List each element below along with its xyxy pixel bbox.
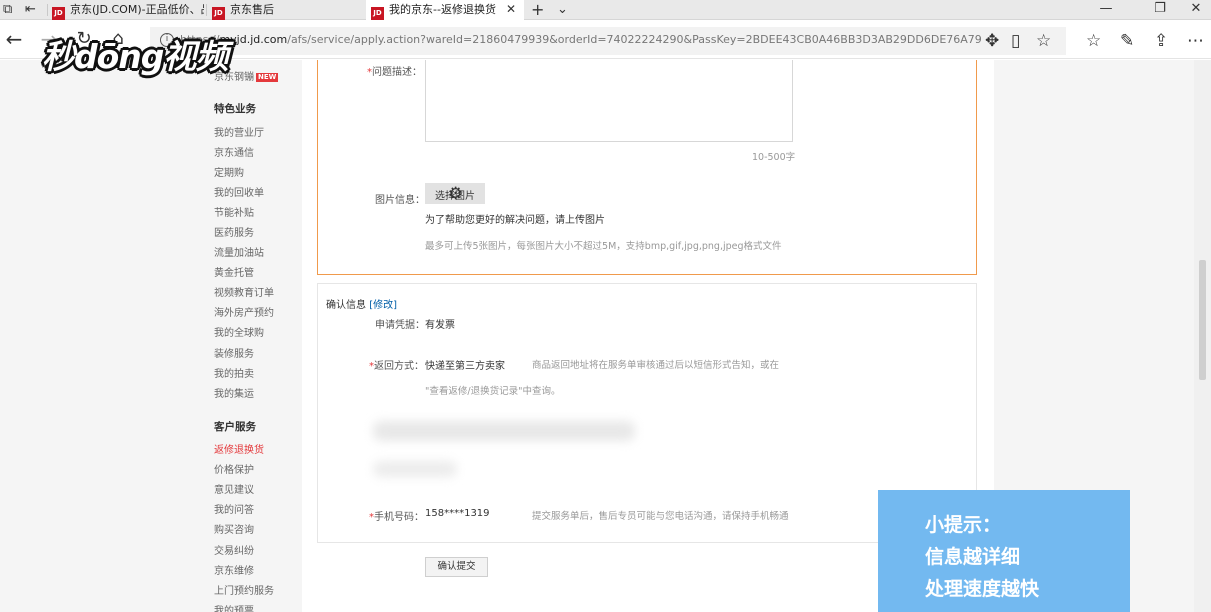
scrollbar-thumb[interactable] — [1199, 260, 1206, 380]
sidebar-item[interactable]: 上门预约服务 — [214, 582, 274, 597]
sidebar-item[interactable]: 视频教育订单 — [214, 284, 274, 299]
share-icon[interactable]: ⇪ — [1154, 31, 1168, 51]
close-tab-icon[interactable]: ✕ — [506, 0, 516, 19]
close-window-icon[interactable]: ✕ — [1176, 0, 1211, 20]
sidebar-item-returns[interactable]: 返修退换货 — [214, 441, 264, 456]
tab-separator — [47, 4, 48, 16]
tip-title: 小提示： — [925, 514, 1002, 536]
web-note-icon[interactable]: ✎ — [1120, 31, 1134, 51]
sidebar-item[interactable]: 我的全球购 — [214, 324, 264, 339]
tab-bar: ⧉ ⇤ JD 京东(JD.COM)-正品低价、品 JD 京东售后 JD 我的京东--返… — [0, 0, 1211, 20]
tab-label: 我的京东--返修退换货 — [389, 3, 496, 16]
phone-hint: 提交服务单后，售后专员可能与您电话沟通，请保持手机畅通 — [532, 511, 789, 522]
phone-value: 158****1319 — [425, 508, 490, 519]
upload-help-text: 为了帮助您更好的解决问题，请上传图片 — [425, 215, 605, 226]
favorites-hub-icon[interactable]: ☆ — [1086, 31, 1101, 51]
char-limit-hint: 10-500字 — [752, 152, 796, 163]
sidebar-item[interactable]: 我的集运 — [214, 385, 254, 400]
phone-label: *手机号码： — [369, 512, 424, 523]
reading-view-icon[interactable]: ▯ — [1011, 31, 1020, 51]
sidebar-item[interactable]: 京东通信 — [214, 144, 254, 159]
sidebar-item[interactable]: 购买咨询 — [214, 521, 254, 536]
sidebar-item[interactable]: 定期购 — [214, 164, 244, 179]
new-badge: NEW — [256, 73, 279, 82]
image-info-label: 图片信息： — [375, 195, 425, 206]
return-method-label: *返回方式： — [369, 361, 424, 372]
return-method-hint: 商品返回地址将在服务单审核通过后以短信形式告知，或在 — [532, 360, 780, 371]
sidebar-item[interactable]: 我的回收单 — [214, 184, 264, 199]
upload-rules-text: 最多可上传5张图片，每张图片大小不超过5M，支持bmp,gif,jpg,png,… — [425, 241, 782, 252]
confirm-info-title: 确认信息 [修改] — [326, 300, 397, 311]
voucher-label: 申请凭据： — [375, 320, 425, 331]
sidebar-section-title: 客户服务 — [214, 421, 256, 433]
sidebar-item[interactable]: 我的预票 — [214, 602, 254, 612]
blurred-contact-info — [373, 461, 457, 477]
tip-line: 处理速度越快 — [925, 578, 1040, 600]
return-method-value: 快递至第三方卖家 — [425, 361, 505, 372]
tip-line: 信息越详细 — [925, 546, 1021, 568]
jd-favicon-icon: JD — [212, 7, 225, 20]
new-tab-icon[interactable]: + — [531, 1, 544, 19]
vertical-scrollbar[interactable] — [1194, 60, 1211, 612]
url-path: /afs/service/apply.action?wareId=2186047… — [287, 33, 982, 46]
sidebar-item[interactable]: 价格保护 — [214, 461, 254, 476]
sidebar-item[interactable]: 我的拍卖 — [214, 365, 254, 380]
voucher-value: 有发票 — [425, 320, 455, 331]
sidebar-item[interactable]: 交易纠纷 — [214, 542, 254, 557]
tab-jd-aftersale[interactable]: JD 京东售后 — [212, 0, 362, 20]
problem-description-textarea[interactable] — [425, 60, 793, 142]
video-watermark-logo: 秒dōng视频 — [42, 37, 228, 76]
tip-overlay: 小提示： 信息越详细 处理速度越快 — [878, 490, 1130, 612]
left-sidebar: 京东钢镚 NEW 特色业务 我的营业厅 京东通信 定期购 我的回收单 节能补贴 医… — [200, 60, 300, 612]
mouse-cursor-icon: ⚙ — [448, 184, 464, 204]
sidebar-item[interactable]: 我的问答 — [214, 501, 254, 516]
url-text[interactable]: https://myjd.jd.com/afs/service/apply.ac… — [180, 33, 982, 46]
url-host: myjd.jd.com — [219, 33, 288, 46]
restore-icon[interactable]: ❐ — [1140, 0, 1180, 20]
favorite-star-icon[interactable]: ☆ — [1036, 31, 1051, 51]
problem-description-label: *问题描述： — [367, 67, 422, 78]
return-method-hint-2: "查看返修/退换货记录"中查询。 — [425, 386, 561, 397]
tab-separator — [206, 4, 207, 16]
sidebar-item[interactable]: 装修服务 — [214, 345, 254, 360]
back-arrow-icon[interactable]: ← — [1, 27, 27, 53]
address-bar[interactable]: i https://myjd.jd.com/afs/service/apply.… — [150, 27, 1066, 55]
edit-link[interactable]: [修改] — [369, 300, 397, 311]
minimize-icon[interactable]: — — [1086, 0, 1126, 20]
blurred-address-info — [373, 421, 635, 441]
tab-label: 京东(JD.COM)-正品低价、品 — [70, 3, 204, 16]
set-aside-tabs-icon[interactable]: ⇤ — [25, 1, 36, 19]
sidebar-item[interactable]: 京东维修 — [214, 562, 254, 577]
problem-form-section: *问题描述： 10-500字 图片信息： 选择图片 ⚙ 为了帮助您更好的解决问题… — [317, 60, 977, 275]
sidebar-item[interactable]: 海外房产预约 — [214, 304, 274, 319]
sidebar-section-title: 特色业务 — [214, 103, 256, 115]
sidebar-item[interactable]: 流量加油站 — [214, 244, 264, 259]
tab-my-jd-returns[interactable]: JD 我的京东--返修退换货 ✕ — [366, 0, 524, 20]
sidebar-item[interactable]: 意见建议 — [214, 481, 254, 496]
jd-favicon-icon: JD — [52, 7, 65, 20]
sidebar-item[interactable]: 黄金托管 — [214, 264, 254, 279]
sidebar-item[interactable]: 我的营业厅 — [214, 124, 264, 139]
confirm-submit-button[interactable]: 确认提交 — [425, 557, 488, 577]
more-options-icon[interactable]: ⋯ — [1187, 31, 1204, 51]
tab-jd-home[interactable]: JD 京东(JD.COM)-正品低价、品 — [52, 0, 204, 20]
extension-icon[interactable]: ✥ — [985, 31, 999, 51]
tab-label: 京东售后 — [230, 3, 274, 16]
sidebar-item[interactable]: 医药服务 — [214, 224, 254, 239]
tab-preview-icon[interactable]: ⧉ — [3, 1, 12, 19]
chevron-down-icon[interactable]: ⌄ — [557, 1, 568, 19]
jd-favicon-icon: JD — [371, 7, 384, 20]
sidebar-item[interactable]: 节能补贴 — [214, 204, 254, 219]
